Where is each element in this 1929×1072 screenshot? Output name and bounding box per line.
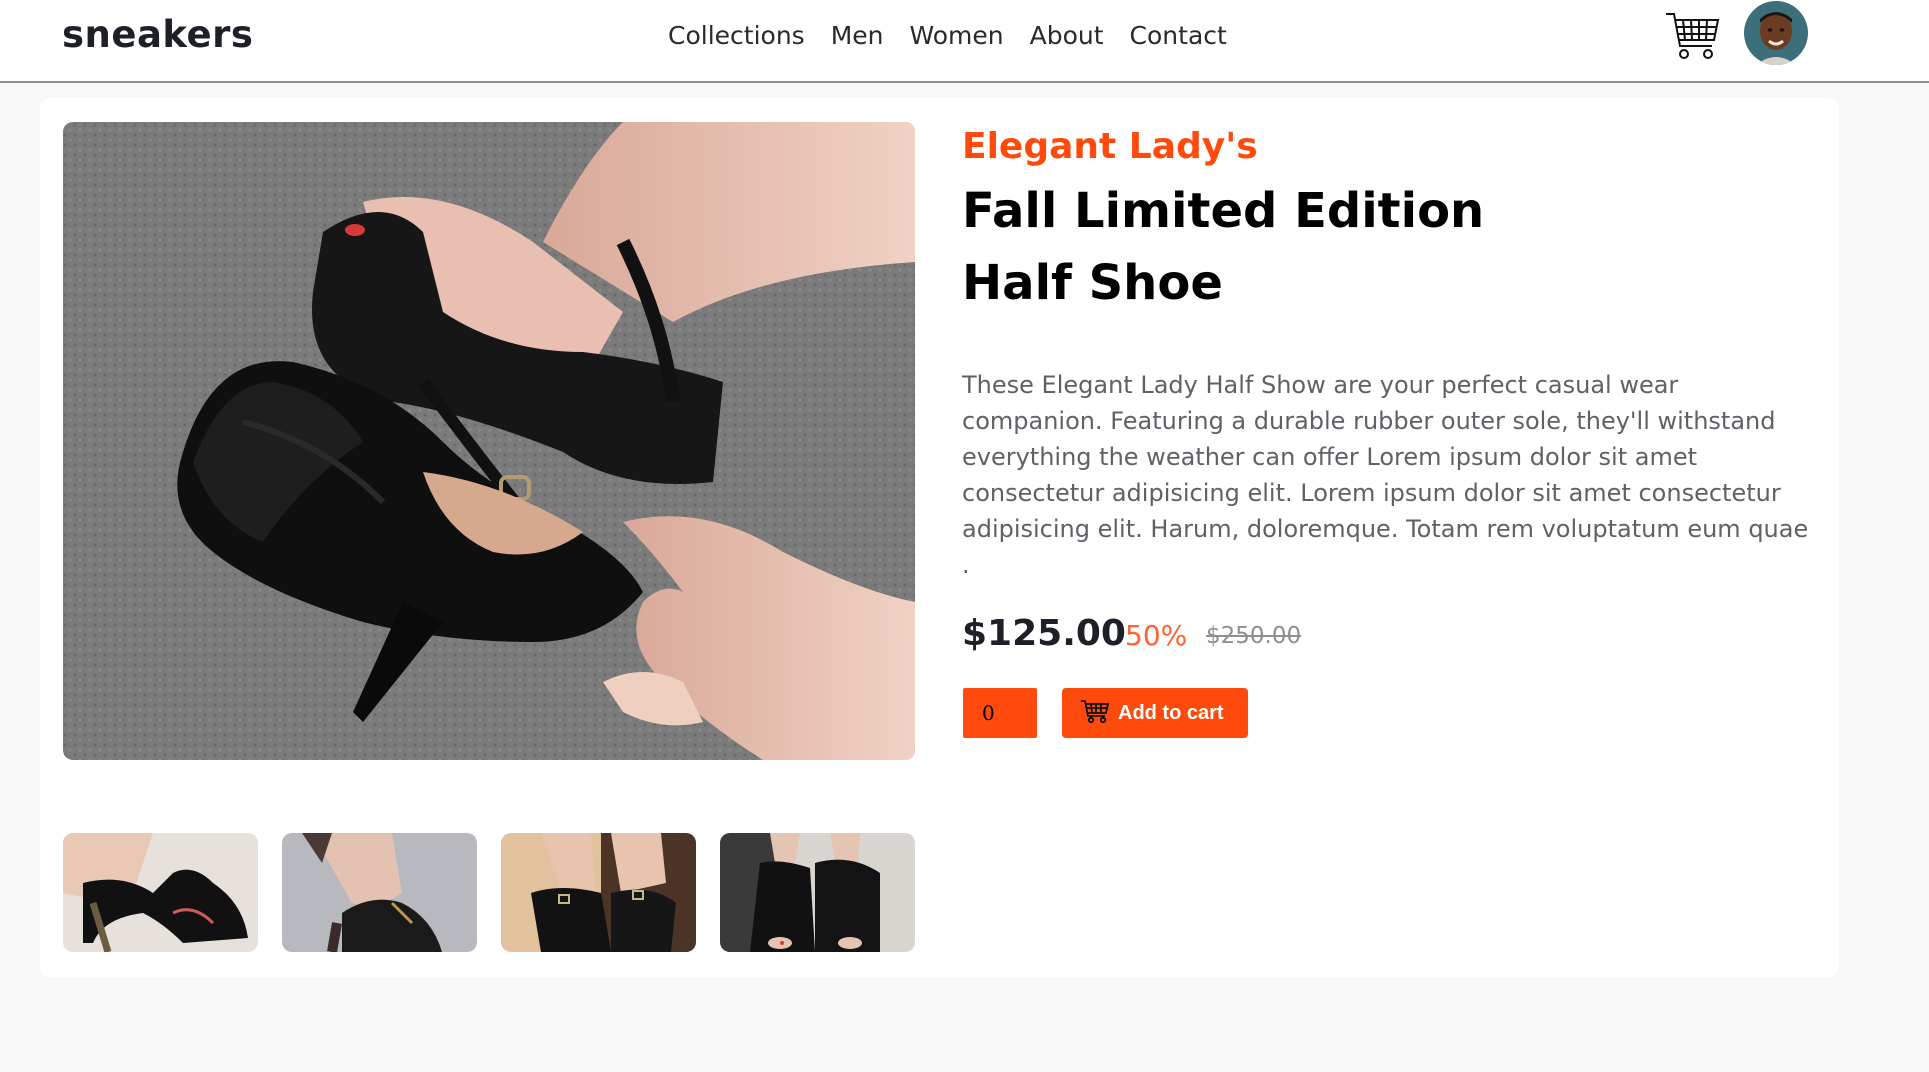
nav-link-women[interactable]: Women — [909, 21, 1003, 50]
quantity-input[interactable] — [963, 688, 1037, 738]
original-price: $250.00 — [1206, 623, 1302, 649]
product-thumbnail-2[interactable] — [282, 833, 477, 952]
cart-icon[interactable] — [1664, 8, 1722, 66]
nav-link-contact[interactable]: Contact — [1130, 21, 1227, 50]
product-description: These Elegant Lady Half Show are your pe… — [962, 371, 1809, 579]
nav-link-collections[interactable]: Collections — [668, 21, 805, 50]
add-to-cart-button[interactable]: Add to cart — [1062, 688, 1248, 738]
current-price: $125.00 — [962, 613, 1126, 654]
nav-link-men[interactable]: Men — [831, 21, 884, 50]
product-thumbnail-4[interactable] — [720, 833, 915, 952]
product-thumbnail-3[interactable] — [501, 833, 696, 952]
logo[interactable]: sneakers — [62, 13, 253, 56]
navbar: sneakers Collections Men Women About Con… — [0, 0, 1929, 83]
cart-icon — [1080, 698, 1110, 728]
product-title-line-1: Fall Limited Edition — [962, 183, 1485, 239]
discount-badge: 50% — [1125, 619, 1188, 652]
product-main-image[interactable] — [63, 122, 915, 760]
add-to-cart-label: Add to cart — [1118, 701, 1224, 724]
product-title-line-2: Half Shoe — [962, 255, 1223, 311]
nav-link-about[interactable]: About — [1030, 21, 1104, 50]
product-brand: Elegant Lady's — [962, 126, 1258, 167]
product-thumbnail-1[interactable] — [63, 833, 258, 952]
user-avatar[interactable] — [1744, 1, 1808, 65]
main-nav: Collections Men Women About Contact — [668, 21, 1227, 50]
